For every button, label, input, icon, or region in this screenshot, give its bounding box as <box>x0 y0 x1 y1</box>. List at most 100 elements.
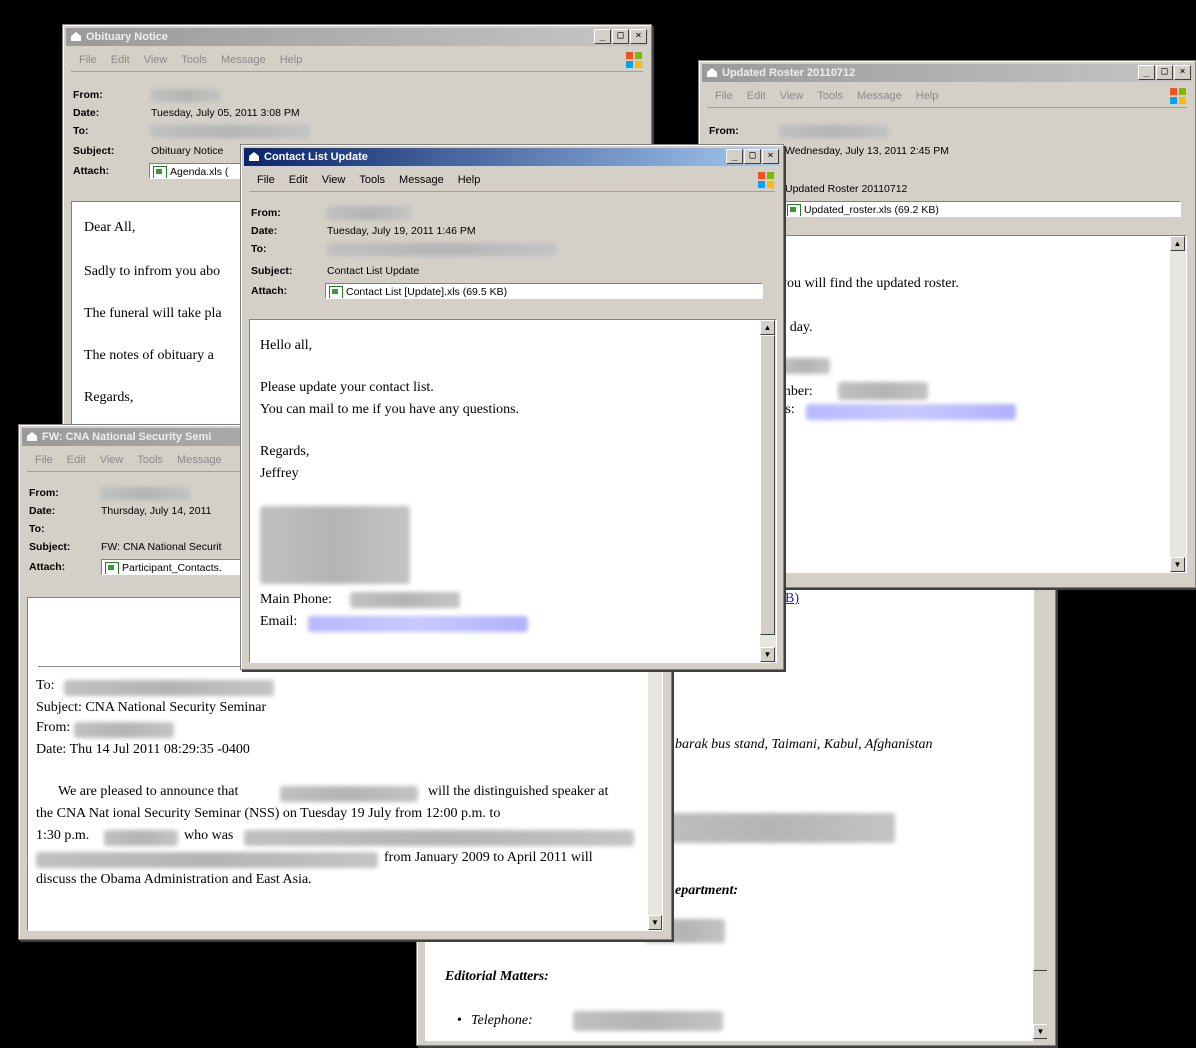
scroll-down-button[interactable]: ▼ <box>1033 1024 1047 1039</box>
redacted-sender <box>327 206 411 220</box>
menu-view[interactable]: View <box>322 174 346 186</box>
excel-file-icon <box>153 166 167 178</box>
message-scrollbar[interactable]: ▲ ▼ <box>760 320 776 662</box>
excel-file-icon <box>105 562 119 574</box>
attachment-name[interactable]: Contact List [Update].xls (69.5 KB) <box>346 286 507 298</box>
maximize-button[interactable]: □ <box>744 149 761 164</box>
menu-tools[interactable]: Tools <box>359 174 385 186</box>
redacted-block <box>838 382 928 400</box>
body-line: 1:30 p.m. <box>36 828 90 843</box>
menu-edit[interactable]: Edit <box>289 174 308 186</box>
minimize-button[interactable]: _ <box>726 149 743 164</box>
contact-titlebar[interactable]: Contact List Update <box>244 148 780 166</box>
subject-value: Obituary Notice <box>151 145 224 157</box>
close-button[interactable]: × <box>630 29 647 44</box>
message-scrollbar[interactable]: ▲ ▼ <box>1170 236 1186 572</box>
menu-tools[interactable]: Tools <box>137 454 163 466</box>
maximize-button[interactable]: □ <box>1156 65 1173 80</box>
windows-logo-icon <box>758 172 774 188</box>
attachment-box[interactable]: Contact List [Update].xls (69.5 KB) <box>325 283 763 299</box>
body-line: discuss the Obama Administration and Eas… <box>36 872 312 887</box>
close-button[interactable]: × <box>762 149 779 164</box>
menu-view[interactable]: View <box>100 454 124 466</box>
minimize-button[interactable]: _ <box>594 29 611 44</box>
menu-message[interactable]: Message <box>857 90 902 102</box>
redacted-email <box>806 404 1016 420</box>
roster-titlebar[interactable]: Updated Roster 20110712 <box>702 64 1192 82</box>
date-label: Date: <box>251 225 278 237</box>
attachment-name[interactable]: Updated_roster.xls (69.2 KB) <box>804 204 939 216</box>
maximize-button[interactable]: □ <box>612 29 629 44</box>
scroll-thumb[interactable] <box>760 335 775 635</box>
menu-help[interactable]: Help <box>916 90 939 102</box>
body-line: To: <box>36 678 55 693</box>
menu-bar: File Edit View Tools Message Help <box>249 169 775 192</box>
body-line: The notes of obituary a <box>84 348 214 363</box>
close-button[interactable]: × <box>1174 65 1191 80</box>
body-line: the CNA Nat ional Security Seminar (NSS)… <box>36 806 501 821</box>
menu-file[interactable]: File <box>715 90 733 102</box>
menu-message[interactable]: Message <box>221 54 266 66</box>
scroll-up-button[interactable]: ▲ <box>1170 236 1185 251</box>
body-line: Email: <box>260 614 298 629</box>
minimize-button[interactable]: _ <box>1138 65 1155 80</box>
menu-help[interactable]: Help <box>280 54 303 66</box>
menu-file[interactable]: File <box>35 454 53 466</box>
subject-label: Subject: <box>29 541 71 553</box>
attachment-name[interactable]: Agenda.xls ( <box>170 166 228 178</box>
menu-view[interactable]: View <box>780 90 804 102</box>
menu-bar: File Edit View Tools Message Help <box>71 49 643 72</box>
menu-file[interactable]: File <box>257 174 275 186</box>
menu-edit[interactable]: Edit <box>747 90 766 102</box>
body-line: you will find the updated roster. <box>780 276 959 291</box>
from-label: From: <box>73 89 103 101</box>
redacted-phone <box>350 592 460 608</box>
menu-message[interactable]: Message <box>177 454 222 466</box>
attachment-box[interactable]: Participant_Contacts. <box>101 559 241 575</box>
window-controls: _ □ × <box>726 149 779 164</box>
attachment-box[interactable]: Updated_roster.xls (69.2 KB) <box>783 201 1181 217</box>
body-line: From: <box>36 720 71 735</box>
attach-label: Attach: <box>29 561 66 573</box>
body-line: Hello all, <box>260 338 313 353</box>
scroll-down-button[interactable]: ▼ <box>648 915 662 930</box>
redacted-sender <box>779 125 889 138</box>
obituary-titlebar[interactable]: Obituary Notice <box>66 28 648 46</box>
menu-message[interactable]: Message <box>399 174 444 186</box>
redacted-title <box>244 830 634 846</box>
scroll-up-button[interactable]: ▲ <box>760 320 775 335</box>
menu-tools[interactable]: Tools <box>181 54 207 66</box>
window-controls: _ □ × <box>1138 65 1191 80</box>
redacted-title <box>36 852 378 868</box>
envelope-icon <box>27 432 37 441</box>
menu-tools[interactable]: Tools <box>817 90 843 102</box>
menu-help[interactable]: Help <box>458 174 481 186</box>
body-line: Subject: CNA National Security Seminar <box>36 700 267 715</box>
date-value: Thursday, July 14, 2011 <box>101 505 212 517</box>
menu-edit[interactable]: Edit <box>111 54 130 66</box>
menu-file[interactable]: File <box>79 54 97 66</box>
message-header: From: Date: Tuesday, July 19, 2011 1:46 … <box>251 205 773 305</box>
document-scrollbar[interactable]: ▼ <box>1033 571 1047 1041</box>
body-line: from January 2009 to April 2011 will <box>384 850 593 865</box>
windows-logo-icon <box>626 52 642 68</box>
to-label: To: <box>251 243 267 255</box>
body-line: Main Phone: <box>260 592 332 607</box>
menu-edit[interactable]: Edit <box>67 454 86 466</box>
attachment-name[interactable]: Participant_Contacts. <box>122 562 222 574</box>
subject-label: Subject: <box>251 265 293 277</box>
document-link[interactable]: B) <box>785 591 799 607</box>
scroll-down-button[interactable]: ▼ <box>760 647 775 662</box>
from-label: From: <box>709 125 739 137</box>
window-controls: _ □ × <box>594 29 647 44</box>
body-line: We are pleased to announce that <box>58 784 239 799</box>
scroll-down-button[interactable]: ▼ <box>1170 557 1185 572</box>
body-line: Regards, <box>84 390 134 405</box>
attachment-box[interactable]: Agenda.xls ( <box>149 163 249 179</box>
scroll-thumb[interactable] <box>1033 571 1047 971</box>
subject-value: Updated Roster 20110712 <box>785 183 908 195</box>
menu-view[interactable]: View <box>144 54 168 66</box>
contact-window[interactable]: Contact List Update _ □ × File Edit View… <box>240 144 784 670</box>
body-line: Please update your contact list. <box>260 380 434 395</box>
body-line: Regards, <box>260 444 310 459</box>
